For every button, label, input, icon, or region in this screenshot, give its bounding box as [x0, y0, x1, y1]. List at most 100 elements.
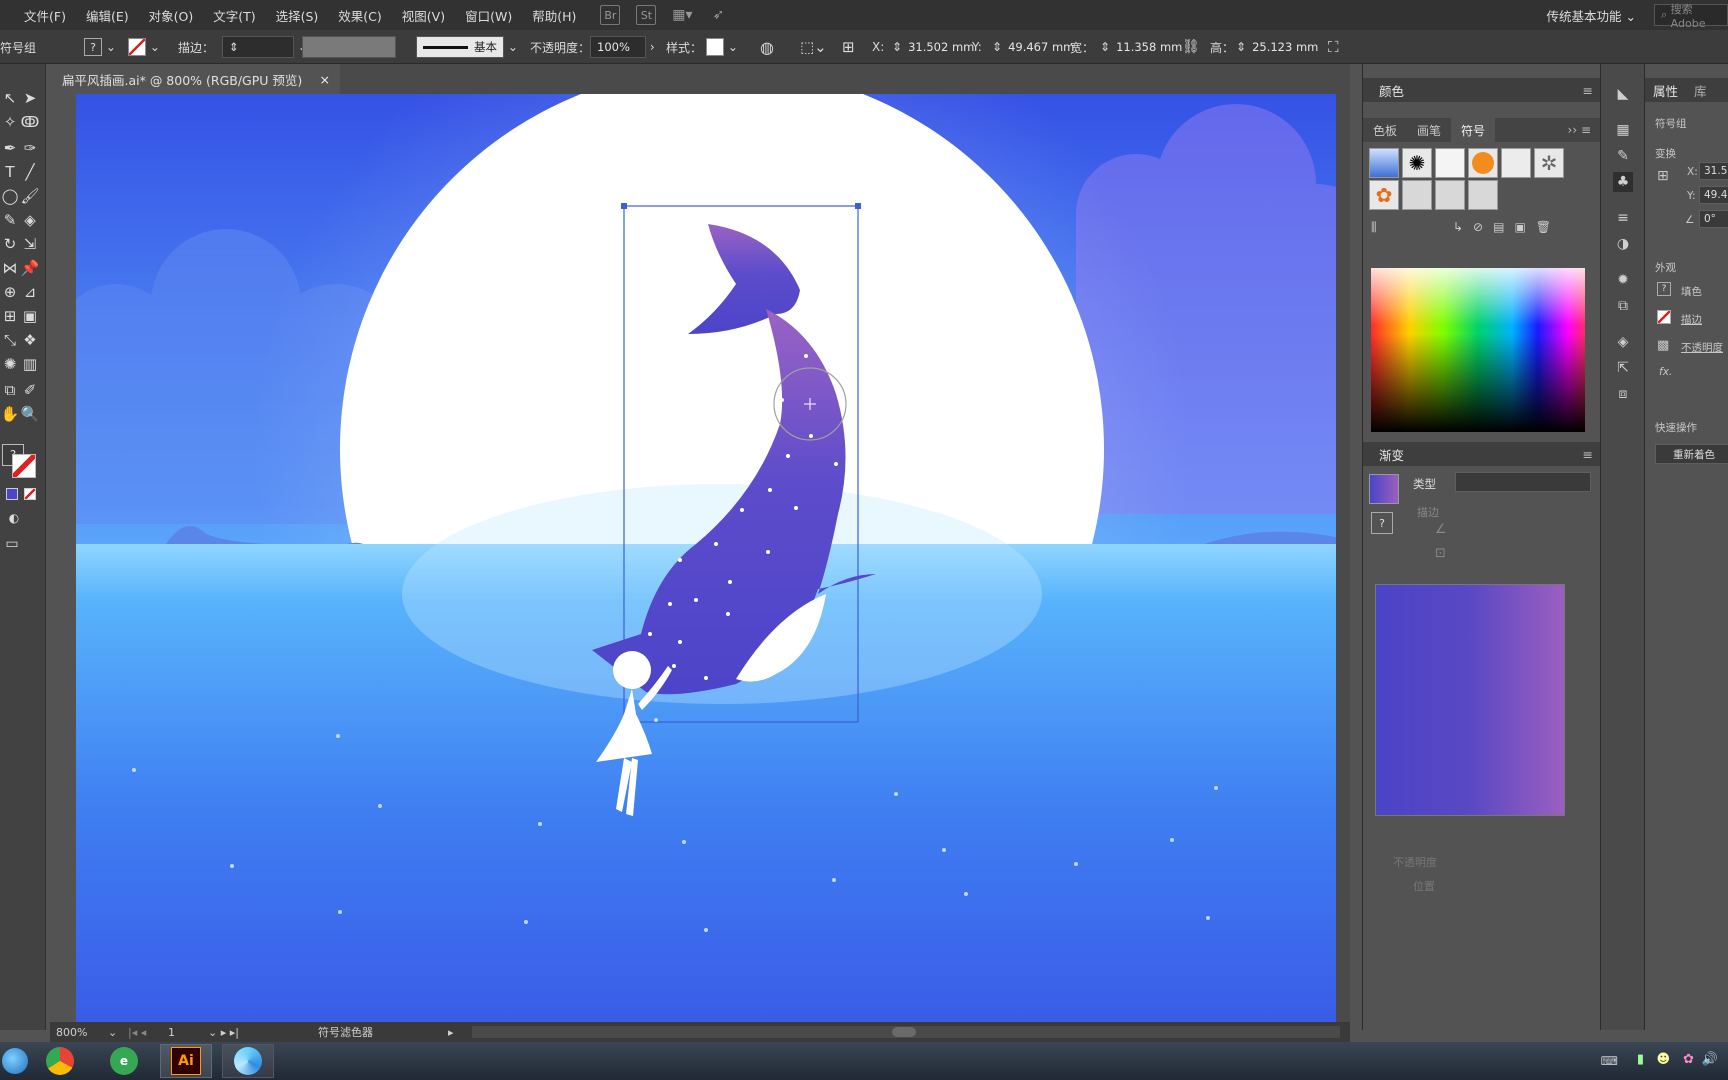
shape-builder-tool-icon[interactable]: ⊕	[0, 282, 20, 302]
tray-flower-icon[interactable]: ✿	[1683, 1052, 1694, 1067]
appearance-opacity-label[interactable]: 不透明度	[1681, 340, 1723, 355]
hand-tool-icon[interactable]: ✋	[0, 404, 20, 424]
tray-keyboard-icon[interactable]: ⌨	[1601, 1054, 1618, 1068]
tab-properties[interactable]: 属性	[1645, 81, 1686, 100]
eyedropper-tool-icon[interactable]: ⤡	[0, 330, 20, 350]
menu-object[interactable]: 对象(O)	[139, 6, 204, 25]
panel-menu-icon[interactable]: ≡	[1583, 83, 1593, 98]
menu-window[interactable]: 窗口(W)	[455, 6, 522, 25]
horizontal-scrollbar[interactable]	[472, 1026, 1340, 1038]
start-orb-icon[interactable]	[0, 1044, 30, 1078]
slice-tool-icon[interactable]: ✐	[20, 380, 40, 400]
asset-export-icon[interactable]: ⇱	[1613, 358, 1633, 378]
menu-select[interactable]: 选择(S)	[266, 6, 329, 25]
tray-chat-icon[interactable]: ☻	[1656, 1052, 1670, 1067]
paintbrush-tool-icon[interactable]: 🖌	[20, 186, 40, 206]
canvas-area[interactable]	[50, 94, 1350, 1028]
gpu-rocket-icon[interactable]: ➶	[708, 5, 728, 25]
prop-angle-field[interactable]: 0°	[1699, 210, 1728, 228]
gradient-tool-icon[interactable]: ▣	[20, 306, 40, 326]
magic-wand-tool-icon[interactable]: ✧	[0, 112, 20, 132]
symbol-white-dot-icon[interactable]	[1468, 180, 1498, 210]
swatches-icon[interactable]: ▦	[1613, 120, 1633, 140]
color-panel-header[interactable]: 颜色 ≡	[1363, 78, 1601, 102]
brush-stroke-dropdown[interactable]: 基本 ⌄	[416, 30, 518, 64]
type-tool-icon[interactable]: T	[0, 162, 20, 182]
variable-width-field[interactable]	[302, 30, 396, 64]
close-tab-icon[interactable]: ×	[320, 72, 330, 87]
menu-help[interactable]: 帮助(H)	[522, 6, 586, 25]
illustrator-task-icon[interactable]: Ai	[160, 1044, 212, 1078]
fx-icon[interactable]: fx.	[1659, 366, 1672, 378]
zoom-tool-icon[interactable]: 🔍	[20, 404, 40, 424]
transparency-icon[interactable]: ◑	[1613, 234, 1633, 254]
width-field[interactable]: ⇕ 11.358 mm	[1100, 30, 1182, 64]
ie-icon[interactable]: e	[98, 1044, 150, 1078]
color-spectrum[interactable]	[1371, 268, 1585, 432]
pen-tool-icon[interactable]: ✒	[0, 138, 20, 158]
tab-swatches[interactable]: 色板	[1363, 118, 1407, 142]
bridge-icon[interactable]: Br	[600, 5, 621, 25]
symbol-blue-brush-icon[interactable]	[1369, 148, 1399, 178]
gradient-fill-question-icon[interactable]: ?	[1371, 512, 1393, 534]
artboards-icon[interactable]: ⧈	[1613, 384, 1633, 404]
prop-y-field[interactable]: 49.4	[1699, 186, 1728, 204]
tab-symbols[interactable]: 符号	[1451, 118, 1496, 142]
menu-file[interactable]: 文件(F)	[14, 6, 76, 25]
eraser-tool-icon[interactable]: ◈	[20, 210, 40, 230]
symbol-white-dot-icon[interactable]	[1435, 180, 1465, 210]
handle-top-left[interactable]	[621, 203, 627, 209]
next-artboard-icon[interactable]: ⌄ ▸ ▸|	[208, 1026, 258, 1039]
stock-icon[interactable]: St	[636, 5, 657, 25]
illustration[interactable]	[76, 94, 1344, 1022]
curvature-tool-icon[interactable]: ✑	[20, 138, 40, 158]
appearance-stroke-icon[interactable]	[1657, 310, 1671, 324]
appearance-fill-icon[interactable]: ?	[1657, 282, 1671, 296]
gradient-type-dropdown[interactable]	[1455, 472, 1591, 492]
scale-tool-icon[interactable]: ⇲	[20, 234, 40, 254]
color-guide-icon[interactable]: ◣	[1613, 84, 1633, 104]
y-field[interactable]: ⇕ 49.467 mm	[992, 30, 1074, 64]
shaper-tool-icon[interactable]: ✎	[0, 210, 20, 230]
symbol-actions-icons[interactable]: ↳⊘▤▣🗑	[1453, 220, 1561, 234]
layers-icon[interactable]: ◈	[1613, 332, 1633, 352]
menu-edit[interactable]: 编辑(E)	[76, 6, 139, 25]
symbol-libraries-icon[interactable]: ⫼	[1371, 220, 1377, 235]
gradient-menu-icon[interactable]: ≡	[1583, 447, 1593, 462]
screen-mode-icon[interactable]: ▭	[2, 534, 22, 554]
recolor-button[interactable]: 重新着色	[1655, 444, 1728, 464]
symbol-sprayer-tool-icon[interactable]: ✺	[0, 354, 20, 374]
recolor-globe-icon[interactable]: ◍	[760, 30, 774, 64]
prop-x-field[interactable]: 31.5	[1699, 162, 1728, 180]
symbol-orange-sphere-icon[interactable]	[1468, 148, 1498, 178]
line-tool-icon[interactable]: ╱	[20, 162, 40, 182]
blend-tool-icon[interactable]: ❖	[20, 330, 40, 350]
arrange-documents-icon[interactable]: ▦▾	[672, 5, 692, 25]
chrome-icon[interactable]	[34, 1044, 86, 1078]
none-mode-icon[interactable]	[24, 488, 36, 500]
vertical-scrollbar[interactable]	[1336, 94, 1350, 1028]
height-field[interactable]: ⇕ 25.123 mm	[1236, 30, 1318, 64]
symbols-club-icon[interactable]: ♣	[1613, 172, 1633, 192]
artboard-tool-icon[interactable]: ⧉	[0, 380, 20, 400]
zoom-level[interactable]: 800%	[56, 1026, 108, 1039]
symbol-dotted-ring-icon[interactable]: ✲	[1534, 148, 1564, 178]
graph-tool-icon[interactable]: ▥	[20, 354, 40, 374]
tab-brushes[interactable]: 画笔	[1407, 118, 1451, 142]
swirl-app-icon[interactable]	[222, 1044, 274, 1078]
search-input[interactable]: ⌕ 搜索 Adobe	[1654, 3, 1728, 30]
graphic-style-dropdown[interactable]: ⌄	[706, 30, 738, 64]
gradient-preview[interactable]	[1375, 584, 1565, 816]
color-mode-icon[interactable]	[6, 488, 18, 500]
stroke-weight-field[interactable]: ⇕ ⌄	[222, 30, 308, 64]
mesh-tool-icon[interactable]: ⊞	[0, 306, 20, 326]
status-menu-icon[interactable]: ▸	[448, 1026, 462, 1039]
symbol-white-dot-icon[interactable]	[1402, 180, 1432, 210]
puppet-warp-tool-icon[interactable]: 📌	[20, 258, 40, 278]
width-tool-icon[interactable]: ⋈	[0, 258, 20, 278]
menu-view[interactable]: 视图(V)	[392, 6, 455, 25]
transform-icon[interactable]: ⛶	[1328, 30, 1339, 64]
stroke-swatch-dropdown[interactable]: ⌄	[128, 30, 160, 64]
symbol-grey-frame-icon[interactable]	[1501, 148, 1531, 178]
lasso-tool-icon[interactable]: ↂ	[20, 112, 40, 132]
